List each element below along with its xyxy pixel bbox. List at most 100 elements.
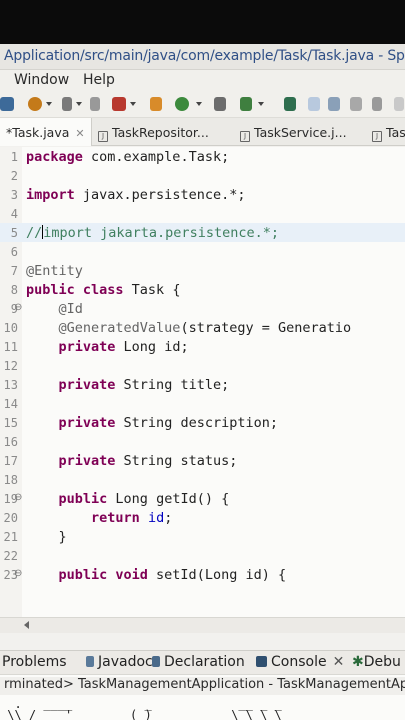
line-number: 13 <box>3 378 18 392</box>
tab-debug[interactable]: ✱Debu <box>352 654 401 670</box>
line-number: 20 <box>3 511 18 525</box>
code-line: 6 <box>0 242 405 261</box>
console-icon <box>256 656 267 667</box>
code-text[interactable]: private String status; <box>26 453 238 469</box>
console-output[interactable]: rminated> TaskManagementApplication - Ta… <box>0 674 405 720</box>
chevron-down-icon[interactable] <box>76 102 82 106</box>
stop-icon[interactable] <box>90 97 100 111</box>
sync-icon[interactable] <box>328 97 340 111</box>
line-number: 3 <box>10 188 18 202</box>
line-number: 7 <box>10 264 18 278</box>
code-line: 21 } <box>0 527 405 546</box>
line-number: 10 <box>3 321 18 335</box>
code-text[interactable]: @GeneratedValue(strategy = Generatio <box>26 320 352 336</box>
tab-task-overflow[interactable]: J Tas <box>372 118 405 146</box>
code-line: 10 @GeneratedValue(strategy = Generatio <box>0 318 405 337</box>
tab-declaration[interactable]: Declaration <box>152 654 245 670</box>
package-icon[interactable] <box>112 97 126 111</box>
line-number: 12 <box>3 359 18 373</box>
run-config-icon[interactable] <box>150 97 162 111</box>
code-text[interactable]: public Long getId() { <box>26 491 230 507</box>
ide-window: Application/src/main/java/com/example/Ta… <box>0 44 405 720</box>
code-line: 7 @Entity <box>0 261 405 280</box>
window-titlebar: Application/src/main/java/com/example/Ta… <box>0 44 405 70</box>
code-text[interactable]: } <box>26 529 67 545</box>
code-line: 1 package com.example.Task; <box>0 147 405 166</box>
close-icon[interactable]: ✕ <box>75 127 84 140</box>
fold-icon[interactable]: ⊖ <box>14 492 22 503</box>
tab-task-service[interactable]: J TaskService.j... <box>240 118 360 146</box>
open-type-icon[interactable] <box>214 97 226 111</box>
tab-console[interactable]: Console ✕ <box>256 654 344 670</box>
code-line: 9 ⊖ @Id <box>0 299 405 318</box>
line-number: 21 <box>3 530 18 544</box>
code-line: 12 <box>0 356 405 375</box>
code-text[interactable]: @Id <box>26 301 83 317</box>
line-number: 4 <box>10 207 18 221</box>
code-text[interactable]: return id; <box>26 510 172 526</box>
line-number: 2 <box>10 169 18 183</box>
tab-label: Javadoc <box>98 654 153 670</box>
code-text[interactable]: public class Task { <box>26 282 180 298</box>
java-file-icon: J <box>240 131 250 142</box>
tab-problems[interactable]: Problems <box>2 654 67 670</box>
code-line: 17 private String status; <box>0 451 405 470</box>
main-toolbar <box>0 92 405 118</box>
code-line: 22 <box>0 546 405 565</box>
code-text[interactable]: public void setId(Long id) { <box>26 567 287 583</box>
line-number: 16 <box>3 435 18 449</box>
tab-label: Console <box>271 654 327 670</box>
code-text[interactable]: private String description; <box>26 415 278 431</box>
code-text[interactable]: private Long id; <box>26 339 189 355</box>
run-icon[interactable] <box>62 97 72 111</box>
code-line: 23 ⊖ public void setId(Long id) { <box>0 565 405 584</box>
console-process-label: rminated> TaskManagementApplication - Ta… <box>0 677 405 695</box>
chevron-down-icon[interactable] <box>46 102 52 106</box>
chevron-down-icon[interactable] <box>196 102 202 106</box>
fold-icon[interactable]: ⊖ <box>14 302 22 313</box>
chevron-down-icon[interactable] <box>258 102 264 106</box>
chevron-down-icon[interactable] <box>130 102 136 106</box>
line-number: 15 <box>3 416 18 430</box>
java-file-icon: J <box>372 131 382 142</box>
scroll-left-icon[interactable] <box>24 621 29 629</box>
close-icon[interactable]: ✕ <box>333 654 345 670</box>
layout-icon[interactable] <box>308 97 320 111</box>
code-line: 11 private Long id; <box>0 337 405 356</box>
spring-boot-banner: . ____ _ __ _ _ \\ / ___'_ __ _ _(_)_ __… <box>7 697 282 720</box>
tab-label: TaskRepositor... <box>112 125 209 140</box>
toolbar-overflow-icon[interactable] <box>394 97 404 111</box>
code-line: 4 <box>0 204 405 223</box>
code-line: 18 <box>0 470 405 489</box>
menu-window[interactable]: Window <box>14 72 69 88</box>
line-number: 22 <box>3 549 18 563</box>
code-text[interactable]: @Entity <box>26 263 83 279</box>
code-text[interactable]: package com.example.Task; <box>26 149 229 165</box>
pin-icon[interactable] <box>284 97 296 111</box>
tab-label: TaskService.j... <box>254 125 347 140</box>
fold-icon[interactable]: ⊖ <box>14 568 22 579</box>
code-line: 19 ⊖ public Long getId() { <box>0 489 405 508</box>
paragraph-icon[interactable] <box>350 97 362 111</box>
code-text[interactable]: //import jakarta.persistence.*; <box>26 225 279 241</box>
code-text[interactable]: import javax.persistence.*; <box>26 187 245 203</box>
new-icon[interactable] <box>175 97 189 111</box>
line-number: 17 <box>3 454 18 468</box>
horizontal-scrollbar[interactable] <box>0 617 405 633</box>
code-line: 8 public class Task { <box>0 280 405 299</box>
code-text[interactable]: private String title; <box>26 377 230 393</box>
java-file-icon: J <box>98 131 108 142</box>
tab-task-repository[interactable]: J TaskRepositor... <box>98 118 228 146</box>
menu-help[interactable]: Help <box>83 72 115 88</box>
code-line: 3 import javax.persistence.*; <box>0 185 405 204</box>
next-annotation-icon[interactable] <box>240 97 252 111</box>
code-editor[interactable]: 1 package com.example.Task; 2 3 import j… <box>0 147 405 617</box>
debug-icon[interactable] <box>0 97 14 111</box>
whitespace-icon[interactable] <box>372 97 382 111</box>
menu-bar: Window Help <box>0 70 405 92</box>
tab-javadoc[interactable]: Javadoc <box>86 654 153 670</box>
tab-task-java[interactable]: *Task.java ✕ <box>0 118 92 146</box>
search-icon[interactable] <box>28 97 42 111</box>
line-number: 1 <box>10 150 18 164</box>
tab-label: Declaration <box>164 654 245 670</box>
